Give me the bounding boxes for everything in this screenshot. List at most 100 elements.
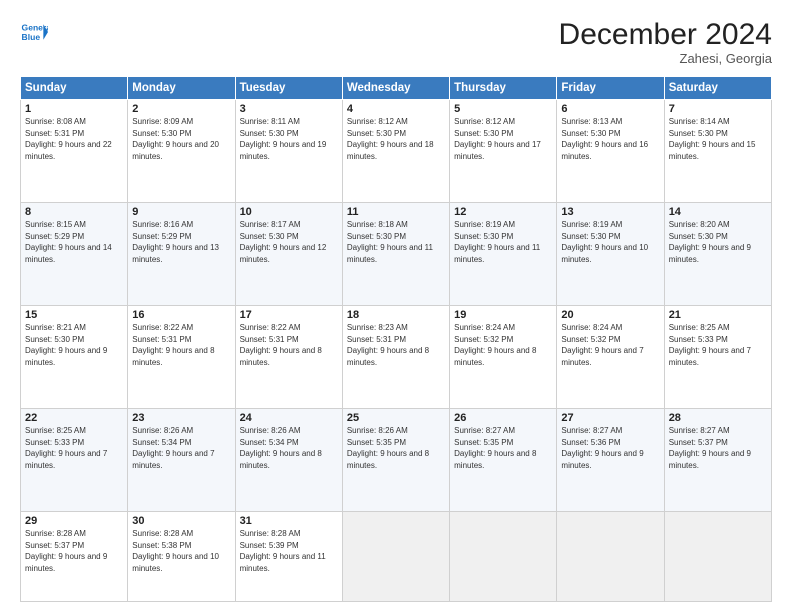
calendar-cell: 10Sunrise: 8:17 AMSunset: 5:30 PMDayligh…	[235, 203, 342, 306]
day-number: 14	[669, 206, 767, 218]
calendar-cell: 13Sunrise: 8:19 AMSunset: 5:30 PMDayligh…	[557, 203, 664, 306]
day-info: Sunrise: 8:24 AMSunset: 5:32 PMDaylight:…	[561, 322, 659, 368]
day-number: 6	[561, 103, 659, 115]
calendar-cell: 19Sunrise: 8:24 AMSunset: 5:32 PMDayligh…	[450, 306, 557, 409]
page: General Blue December 2024 Zahesi, Georg…	[0, 0, 792, 612]
calendar-cell: 4Sunrise: 8:12 AMSunset: 5:30 PMDaylight…	[342, 100, 449, 203]
day-number: 9	[132, 206, 230, 218]
day-info: Sunrise: 8:12 AMSunset: 5:30 PMDaylight:…	[347, 116, 445, 162]
calendar-cell: 2Sunrise: 8:09 AMSunset: 5:30 PMDaylight…	[128, 100, 235, 203]
title-section: December 2024 Zahesi, Georgia	[559, 18, 772, 66]
calendar-cell: 6Sunrise: 8:13 AMSunset: 5:30 PMDaylight…	[557, 100, 664, 203]
day-number: 7	[669, 103, 767, 115]
day-number: 26	[454, 412, 552, 424]
calendar-cell: 22Sunrise: 8:25 AMSunset: 5:33 PMDayligh…	[21, 409, 128, 512]
day-number: 3	[240, 103, 338, 115]
day-number: 1	[25, 103, 123, 115]
day-info: Sunrise: 8:24 AMSunset: 5:32 PMDaylight:…	[454, 322, 552, 368]
day-info: Sunrise: 8:12 AMSunset: 5:30 PMDaylight:…	[454, 116, 552, 162]
header: General Blue December 2024 Zahesi, Georg…	[20, 18, 772, 66]
day-number: 19	[454, 309, 552, 321]
weekday-header-friday: Friday	[557, 77, 664, 100]
day-info: Sunrise: 8:26 AMSunset: 5:34 PMDaylight:…	[132, 425, 230, 471]
day-info: Sunrise: 8:22 AMSunset: 5:31 PMDaylight:…	[132, 322, 230, 368]
day-info: Sunrise: 8:26 AMSunset: 5:34 PMDaylight:…	[240, 425, 338, 471]
day-info: Sunrise: 8:14 AMSunset: 5:30 PMDaylight:…	[669, 116, 767, 162]
calendar-cell: 17Sunrise: 8:22 AMSunset: 5:31 PMDayligh…	[235, 306, 342, 409]
day-info: Sunrise: 8:22 AMSunset: 5:31 PMDaylight:…	[240, 322, 338, 368]
day-info: Sunrise: 8:28 AMSunset: 5:37 PMDaylight:…	[25, 528, 123, 574]
day-info: Sunrise: 8:27 AMSunset: 5:35 PMDaylight:…	[454, 425, 552, 471]
weekday-header-wednesday: Wednesday	[342, 77, 449, 100]
day-number: 12	[454, 206, 552, 218]
day-number: 17	[240, 309, 338, 321]
day-info: Sunrise: 8:25 AMSunset: 5:33 PMDaylight:…	[25, 425, 123, 471]
day-info: Sunrise: 8:08 AMSunset: 5:31 PMDaylight:…	[25, 116, 123, 162]
day-info: Sunrise: 8:23 AMSunset: 5:31 PMDaylight:…	[347, 322, 445, 368]
calendar-cell: 18Sunrise: 8:23 AMSunset: 5:31 PMDayligh…	[342, 306, 449, 409]
weekday-header-monday: Monday	[128, 77, 235, 100]
day-number: 18	[347, 309, 445, 321]
day-info: Sunrise: 8:09 AMSunset: 5:30 PMDaylight:…	[132, 116, 230, 162]
day-number: 23	[132, 412, 230, 424]
logo-icon: General Blue	[20, 18, 48, 46]
calendar-cell: 14Sunrise: 8:20 AMSunset: 5:30 PMDayligh…	[664, 203, 771, 306]
calendar-cell: 7Sunrise: 8:14 AMSunset: 5:30 PMDaylight…	[664, 100, 771, 203]
day-number: 20	[561, 309, 659, 321]
day-info: Sunrise: 8:27 AMSunset: 5:36 PMDaylight:…	[561, 425, 659, 471]
day-number: 2	[132, 103, 230, 115]
day-number: 30	[132, 515, 230, 527]
day-number: 29	[25, 515, 123, 527]
calendar-cell: 9Sunrise: 8:16 AMSunset: 5:29 PMDaylight…	[128, 203, 235, 306]
day-info: Sunrise: 8:21 AMSunset: 5:30 PMDaylight:…	[25, 322, 123, 368]
calendar-cell: 27Sunrise: 8:27 AMSunset: 5:36 PMDayligh…	[557, 409, 664, 512]
day-number: 11	[347, 206, 445, 218]
calendar-cell: 31Sunrise: 8:28 AMSunset: 5:39 PMDayligh…	[235, 512, 342, 602]
day-number: 15	[25, 309, 123, 321]
day-info: Sunrise: 8:18 AMSunset: 5:30 PMDaylight:…	[347, 219, 445, 265]
day-number: 31	[240, 515, 338, 527]
day-number: 16	[132, 309, 230, 321]
calendar-cell: 1Sunrise: 8:08 AMSunset: 5:31 PMDaylight…	[21, 100, 128, 203]
calendar-cell: 20Sunrise: 8:24 AMSunset: 5:32 PMDayligh…	[557, 306, 664, 409]
month-title: December 2024	[559, 18, 772, 51]
day-number: 8	[25, 206, 123, 218]
calendar-cell: 28Sunrise: 8:27 AMSunset: 5:37 PMDayligh…	[664, 409, 771, 512]
calendar-cell: 8Sunrise: 8:15 AMSunset: 5:29 PMDaylight…	[21, 203, 128, 306]
calendar-cell: 21Sunrise: 8:25 AMSunset: 5:33 PMDayligh…	[664, 306, 771, 409]
calendar-cell: 5Sunrise: 8:12 AMSunset: 5:30 PMDaylight…	[450, 100, 557, 203]
calendar: SundayMondayTuesdayWednesdayThursdayFrid…	[20, 76, 772, 602]
weekday-header-sunday: Sunday	[21, 77, 128, 100]
day-number: 4	[347, 103, 445, 115]
day-number: 13	[561, 206, 659, 218]
calendar-cell	[342, 512, 449, 602]
day-number: 28	[669, 412, 767, 424]
day-info: Sunrise: 8:28 AMSunset: 5:38 PMDaylight:…	[132, 528, 230, 574]
logo: General Blue	[20, 18, 48, 46]
day-info: Sunrise: 8:26 AMSunset: 5:35 PMDaylight:…	[347, 425, 445, 471]
calendar-cell: 12Sunrise: 8:19 AMSunset: 5:30 PMDayligh…	[450, 203, 557, 306]
day-number: 27	[561, 412, 659, 424]
location: Zahesi, Georgia	[559, 51, 772, 66]
weekday-header-saturday: Saturday	[664, 77, 771, 100]
day-number: 22	[25, 412, 123, 424]
day-info: Sunrise: 8:16 AMSunset: 5:29 PMDaylight:…	[132, 219, 230, 265]
day-number: 21	[669, 309, 767, 321]
day-number: 24	[240, 412, 338, 424]
calendar-cell: 11Sunrise: 8:18 AMSunset: 5:30 PMDayligh…	[342, 203, 449, 306]
day-info: Sunrise: 8:19 AMSunset: 5:30 PMDaylight:…	[454, 219, 552, 265]
day-number: 25	[347, 412, 445, 424]
day-info: Sunrise: 8:20 AMSunset: 5:30 PMDaylight:…	[669, 219, 767, 265]
calendar-cell: 25Sunrise: 8:26 AMSunset: 5:35 PMDayligh…	[342, 409, 449, 512]
weekday-header-thursday: Thursday	[450, 77, 557, 100]
day-info: Sunrise: 8:25 AMSunset: 5:33 PMDaylight:…	[669, 322, 767, 368]
calendar-cell	[664, 512, 771, 602]
day-number: 10	[240, 206, 338, 218]
calendar-cell: 16Sunrise: 8:22 AMSunset: 5:31 PMDayligh…	[128, 306, 235, 409]
svg-text:Blue: Blue	[22, 32, 41, 42]
day-info: Sunrise: 8:27 AMSunset: 5:37 PMDaylight:…	[669, 425, 767, 471]
calendar-cell: 24Sunrise: 8:26 AMSunset: 5:34 PMDayligh…	[235, 409, 342, 512]
day-info: Sunrise: 8:17 AMSunset: 5:30 PMDaylight:…	[240, 219, 338, 265]
calendar-cell: 23Sunrise: 8:26 AMSunset: 5:34 PMDayligh…	[128, 409, 235, 512]
day-number: 5	[454, 103, 552, 115]
